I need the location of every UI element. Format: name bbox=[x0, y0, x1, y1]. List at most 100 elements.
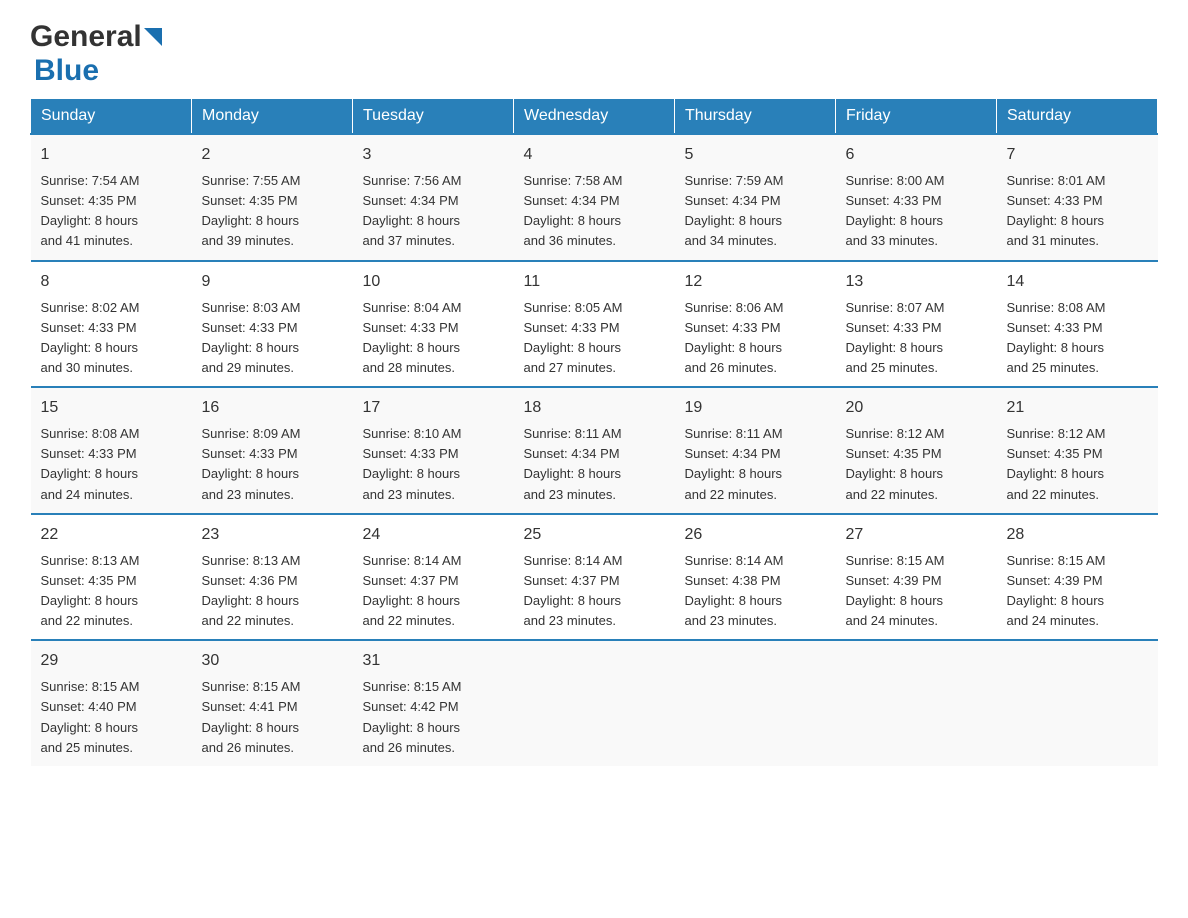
calendar-cell: 12 Sunrise: 8:06 AMSunset: 4:33 PMDayligh… bbox=[675, 261, 836, 388]
calendar-cell: 3 Sunrise: 7:56 AMSunset: 4:34 PMDaylight… bbox=[353, 134, 514, 261]
day-number: 13 bbox=[846, 270, 987, 294]
day-info: Sunrise: 8:13 AMSunset: 4:36 PMDaylight:… bbox=[202, 551, 343, 632]
calendar-cell: 17Sunrise: 8:10 AMSunset: 4:33 PMDayligh… bbox=[353, 387, 514, 514]
day-info: Sunrise: 7:55 AMSunset: 4:35 PMDaylight:… bbox=[202, 171, 343, 252]
logo-arrow-icon bbox=[144, 28, 162, 46]
day-number: 17 bbox=[363, 396, 504, 420]
calendar-cell: 7 Sunrise: 8:01 AMSunset: 4:33 PMDaylight… bbox=[997, 134, 1158, 261]
calendar-cell: 20 Sunrise: 8:12 AMSunset: 4:35 PMDayligh… bbox=[836, 387, 997, 514]
calendar-cell: 18Sunrise: 8:11 AMSunset: 4:34 PMDayligh… bbox=[514, 387, 675, 514]
logo: General Blue bbox=[30, 20, 162, 88]
day-number: 7 bbox=[1007, 143, 1148, 167]
day-number: 4 bbox=[524, 143, 665, 167]
calendar-cell: 14Sunrise: 8:08 AMSunset: 4:33 PMDayligh… bbox=[997, 261, 1158, 388]
day-number: 1 bbox=[41, 143, 182, 167]
logo-general-text: General bbox=[30, 20, 142, 54]
day-info: Sunrise: 8:03 AMSunset: 4:33 PMDaylight:… bbox=[202, 298, 343, 379]
day-info: Sunrise: 8:11 AMSunset: 4:34 PMDaylight:… bbox=[685, 424, 826, 505]
calendar-cell: 26 Sunrise: 8:14 AMSunset: 4:38 PMDayligh… bbox=[675, 514, 836, 641]
day-number: 2 bbox=[202, 143, 343, 167]
day-info: Sunrise: 8:15 AMSunset: 4:39 PMDaylight:… bbox=[1007, 551, 1148, 632]
calendar-cell: 9 Sunrise: 8:03 AMSunset: 4:33 PMDaylight… bbox=[192, 261, 353, 388]
day-header-saturday: Saturday bbox=[997, 99, 1158, 135]
calendar-cell: 25 Sunrise: 8:14 AMSunset: 4:37 PMDayligh… bbox=[514, 514, 675, 641]
calendar-cell: 5Sunrise: 7:59 AMSunset: 4:34 PMDaylight… bbox=[675, 134, 836, 261]
day-info: Sunrise: 8:09 AMSunset: 4:33 PMDaylight:… bbox=[202, 424, 343, 505]
day-number: 10 bbox=[363, 270, 504, 294]
calendar-body: 1Sunrise: 7:54 AMSunset: 4:35 PMDaylight… bbox=[31, 134, 1158, 766]
day-number: 14 bbox=[1007, 270, 1148, 294]
day-info: Sunrise: 8:12 AMSunset: 4:35 PMDaylight:… bbox=[846, 424, 987, 505]
day-info: Sunrise: 8:14 AMSunset: 4:38 PMDaylight:… bbox=[685, 551, 826, 632]
logo-blue-text: Blue bbox=[34, 54, 99, 87]
calendar-cell: 8Sunrise: 8:02 AMSunset: 4:33 PMDaylight… bbox=[31, 261, 192, 388]
logo-general-row: General bbox=[30, 20, 162, 54]
calendar-cell bbox=[997, 640, 1158, 766]
day-header-monday: Monday bbox=[192, 99, 353, 135]
calendar-week-1: 1Sunrise: 7:54 AMSunset: 4:35 PMDaylight… bbox=[31, 134, 1158, 261]
day-info: Sunrise: 8:07 AMSunset: 4:33 PMDaylight:… bbox=[846, 298, 987, 379]
day-info: Sunrise: 8:12 AMSunset: 4:35 PMDaylight:… bbox=[1007, 424, 1148, 505]
day-info: Sunrise: 8:06 AMSunset: 4:33 PMDaylight:… bbox=[685, 298, 826, 379]
calendar-cell bbox=[675, 640, 836, 766]
calendar-cell: 31 Sunrise: 8:15 AMSunset: 4:42 PMDayligh… bbox=[353, 640, 514, 766]
day-number: 5 bbox=[685, 143, 826, 167]
day-number: 15 bbox=[41, 396, 182, 420]
calendar-table: SundayMondayTuesdayWednesdayThursdayFrid… bbox=[30, 98, 1158, 766]
day-info: Sunrise: 8:15 AMSunset: 4:40 PMDaylight:… bbox=[41, 677, 182, 758]
day-info: Sunrise: 8:13 AMSunset: 4:35 PMDaylight:… bbox=[41, 551, 182, 632]
day-number: 20 bbox=[846, 396, 987, 420]
day-number: 31 bbox=[363, 649, 504, 673]
calendar-cell: 11Sunrise: 8:05 AMSunset: 4:33 PMDayligh… bbox=[514, 261, 675, 388]
days-header-row: SundayMondayTuesdayWednesdayThursdayFrid… bbox=[31, 99, 1158, 135]
day-number: 23 bbox=[202, 523, 343, 547]
calendar-cell: 6Sunrise: 8:00 AMSunset: 4:33 PMDaylight… bbox=[836, 134, 997, 261]
calendar-cell: 28 Sunrise: 8:15 AMSunset: 4:39 PMDayligh… bbox=[997, 514, 1158, 641]
day-header-wednesday: Wednesday bbox=[514, 99, 675, 135]
calendar-week-2: 8Sunrise: 8:02 AMSunset: 4:33 PMDaylight… bbox=[31, 261, 1158, 388]
logo-blue-row: Blue bbox=[30, 54, 99, 88]
day-number: 3 bbox=[363, 143, 504, 167]
day-number: 28 bbox=[1007, 523, 1148, 547]
calendar-week-4: 22 Sunrise: 8:13 AMSunset: 4:35 PMDayligh… bbox=[31, 514, 1158, 641]
day-info: Sunrise: 8:14 AMSunset: 4:37 PMDaylight:… bbox=[363, 551, 504, 632]
calendar-cell bbox=[836, 640, 997, 766]
day-number: 27 bbox=[846, 523, 987, 547]
day-header-friday: Friday bbox=[836, 99, 997, 135]
calendar-cell: 4Sunrise: 7:58 AMSunset: 4:34 PMDaylight… bbox=[514, 134, 675, 261]
calendar-cell: 22 Sunrise: 8:13 AMSunset: 4:35 PMDayligh… bbox=[31, 514, 192, 641]
day-number: 22 bbox=[41, 523, 182, 547]
calendar-cell: 15 Sunrise: 8:08 AMSunset: 4:33 PMDayligh… bbox=[31, 387, 192, 514]
calendar-cell: 16 Sunrise: 8:09 AMSunset: 4:33 PMDayligh… bbox=[192, 387, 353, 514]
day-header-thursday: Thursday bbox=[675, 99, 836, 135]
calendar-week-5: 29Sunrise: 8:15 AMSunset: 4:40 PMDayligh… bbox=[31, 640, 1158, 766]
calendar-cell: 1Sunrise: 7:54 AMSunset: 4:35 PMDaylight… bbox=[31, 134, 192, 261]
day-info: Sunrise: 7:56 AMSunset: 4:34 PMDaylight:… bbox=[363, 171, 504, 252]
day-info: Sunrise: 8:01 AMSunset: 4:33 PMDaylight:… bbox=[1007, 171, 1148, 252]
day-number: 26 bbox=[685, 523, 826, 547]
day-number: 12 bbox=[685, 270, 826, 294]
day-header-tuesday: Tuesday bbox=[353, 99, 514, 135]
day-header-sunday: Sunday bbox=[31, 99, 192, 135]
calendar-cell: 10Sunrise: 8:04 AMSunset: 4:33 PMDayligh… bbox=[353, 261, 514, 388]
day-info: Sunrise: 8:14 AMSunset: 4:37 PMDaylight:… bbox=[524, 551, 665, 632]
day-info: Sunrise: 8:02 AMSunset: 4:33 PMDaylight:… bbox=[41, 298, 182, 379]
calendar-header: SundayMondayTuesdayWednesdayThursdayFrid… bbox=[31, 99, 1158, 135]
day-info: Sunrise: 8:15 AMSunset: 4:39 PMDaylight:… bbox=[846, 551, 987, 632]
day-number: 11 bbox=[524, 270, 665, 294]
day-info: Sunrise: 8:15 AMSunset: 4:41 PMDaylight:… bbox=[202, 677, 343, 758]
calendar-cell: 21Sunrise: 8:12 AMSunset: 4:35 PMDayligh… bbox=[997, 387, 1158, 514]
day-info: Sunrise: 8:08 AMSunset: 4:33 PMDaylight:… bbox=[41, 424, 182, 505]
day-info: Sunrise: 8:11 AMSunset: 4:34 PMDaylight:… bbox=[524, 424, 665, 505]
calendar-cell: 2 Sunrise: 7:55 AMSunset: 4:35 PMDaylight… bbox=[192, 134, 353, 261]
day-info: Sunrise: 8:15 AMSunset: 4:42 PMDaylight:… bbox=[363, 677, 504, 758]
calendar-week-3: 15 Sunrise: 8:08 AMSunset: 4:33 PMDayligh… bbox=[31, 387, 1158, 514]
page-header: General Blue bbox=[30, 20, 1158, 88]
calendar-cell: 27 Sunrise: 8:15 AMSunset: 4:39 PMDayligh… bbox=[836, 514, 997, 641]
day-number: 30 bbox=[202, 649, 343, 673]
day-number: 25 bbox=[524, 523, 665, 547]
day-number: 16 bbox=[202, 396, 343, 420]
day-number: 9 bbox=[202, 270, 343, 294]
calendar-cell bbox=[514, 640, 675, 766]
day-number: 24 bbox=[363, 523, 504, 547]
